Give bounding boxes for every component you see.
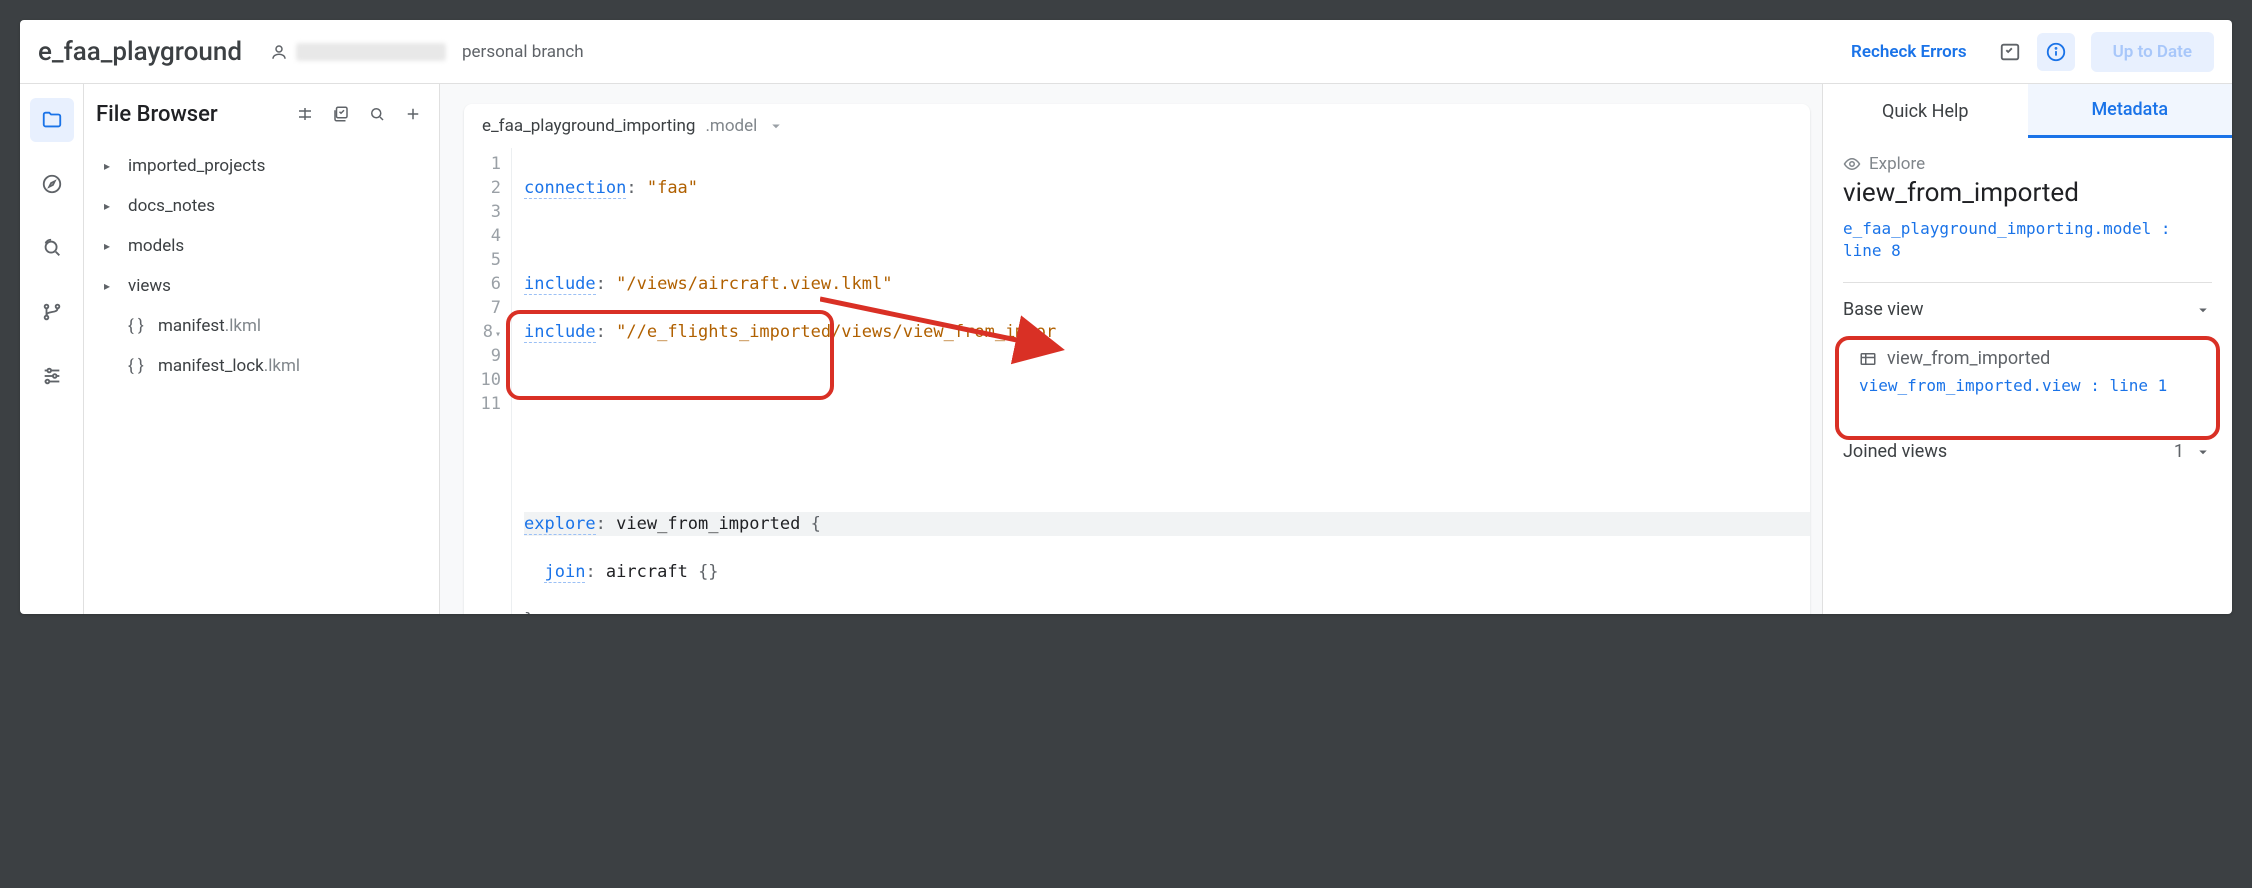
search-files-button[interactable] bbox=[363, 100, 391, 128]
collapse-icon bbox=[296, 105, 314, 123]
info-icon bbox=[2045, 41, 2067, 63]
code-body[interactable]: connection: "faa" include: "/views/aircr… bbox=[512, 148, 1810, 614]
tree-file[interactable]: { } manifest.lkml bbox=[104, 306, 427, 346]
caret-icon: ▸ bbox=[104, 279, 118, 293]
tree-label: manifest_lock bbox=[158, 356, 264, 376]
caret-icon: ▸ bbox=[104, 159, 118, 173]
sliders-icon bbox=[41, 365, 63, 387]
git-branch-icon bbox=[41, 301, 63, 323]
table-icon bbox=[1859, 350, 1877, 368]
rail-git[interactable] bbox=[30, 290, 74, 334]
chevron-down-icon bbox=[767, 117, 785, 135]
metadata-source-link[interactable]: e_faa_playground_importing.model : line … bbox=[1843, 218, 2212, 262]
file-tree: ▸ imported_projects ▸ docs_notes ▸ model… bbox=[96, 146, 427, 386]
up-to-date-button[interactable]: Up to Date bbox=[2091, 32, 2214, 72]
tree-ext: .lkml bbox=[225, 316, 261, 336]
check-stack-icon bbox=[332, 105, 350, 123]
metadata-title: view_from_imported bbox=[1843, 178, 2212, 208]
nav-rail bbox=[20, 84, 84, 614]
tree-label: imported_projects bbox=[128, 156, 265, 176]
search-refresh-icon bbox=[41, 237, 63, 259]
compass-icon bbox=[41, 173, 63, 195]
base-view-name: view_from_imported bbox=[1887, 348, 2050, 369]
rail-settings[interactable] bbox=[30, 354, 74, 398]
chevron-down-icon bbox=[2194, 301, 2212, 319]
metadata-eyebrow: Explore bbox=[1843, 154, 2212, 174]
file-browser: File Browser bbox=[84, 84, 440, 614]
caret-icon: ▸ bbox=[104, 239, 118, 253]
tree-label: docs_notes bbox=[128, 196, 215, 216]
rail-file-browser[interactable] bbox=[30, 98, 74, 142]
plus-icon bbox=[404, 105, 422, 123]
code-editor[interactable]: 1 2 3 4 5 6 7 8 9 10 11 connection: "faa… bbox=[464, 148, 1810, 614]
add-file-button[interactable] bbox=[399, 100, 427, 128]
tree-label: views bbox=[128, 276, 171, 296]
project-title: e_faa_playground bbox=[38, 37, 242, 67]
chevron-down-icon bbox=[2194, 443, 2212, 461]
base-view-link[interactable]: view_from_imported.view : line 1 bbox=[1859, 375, 2196, 397]
editor-file-name: e_faa_playground_importing bbox=[482, 116, 695, 136]
panel-tabs: Quick Help Metadata bbox=[1823, 84, 2232, 138]
right-panel: Quick Help Metadata Explore view_from_im… bbox=[1822, 84, 2232, 614]
metadata-body: Explore view_from_imported e_faa_playgro… bbox=[1823, 138, 2232, 478]
divider bbox=[1843, 282, 2212, 283]
file-browser-title: File Browser bbox=[96, 102, 291, 127]
rail-explore[interactable] bbox=[30, 162, 74, 206]
collapse-all-button[interactable] bbox=[291, 100, 319, 128]
user-chip[interactable] bbox=[270, 43, 446, 61]
bulk-select-button[interactable] bbox=[327, 100, 355, 128]
joined-count: 1 bbox=[2174, 441, 2184, 462]
line-gutter: 1 2 3 4 5 6 7 8 9 10 11 bbox=[464, 148, 512, 614]
eye-icon bbox=[1843, 155, 1861, 173]
braces-icon: { } bbox=[128, 316, 148, 336]
tab-metadata[interactable]: Metadata bbox=[2028, 84, 2233, 138]
app-window: e_faa_playground personal branch Recheck… bbox=[20, 20, 2232, 614]
section-joined-views[interactable]: Joined views 1 bbox=[1843, 441, 2212, 462]
editor-pane: e_faa_playground_importing .model 1 2 3 4… bbox=[440, 84, 1822, 614]
tree-file[interactable]: { } manifest_lock.lkml bbox=[104, 346, 427, 386]
search-icon bbox=[368, 105, 386, 123]
editor-file-ext: .model bbox=[705, 116, 757, 136]
checklist-icon bbox=[1999, 41, 2021, 63]
tree-folder[interactable]: ▸ models bbox=[104, 226, 427, 266]
branch-label: personal branch bbox=[462, 42, 584, 62]
rail-search[interactable] bbox=[30, 226, 74, 270]
tree-ext: .lkml bbox=[264, 356, 300, 376]
braces-icon: { } bbox=[128, 356, 148, 376]
tab-quick-help[interactable]: Quick Help bbox=[1823, 84, 2028, 138]
person-icon bbox=[270, 43, 288, 61]
tree-label: manifest bbox=[158, 316, 225, 336]
tree-label: models bbox=[128, 236, 184, 256]
body: File Browser bbox=[20, 84, 2232, 614]
folder-icon bbox=[41, 109, 63, 131]
editor-file-selector[interactable]: e_faa_playground_importing .model bbox=[464, 104, 1810, 148]
caret-icon: ▸ bbox=[104, 199, 118, 213]
user-name-redacted bbox=[296, 43, 446, 61]
section-base-view[interactable]: Base view bbox=[1843, 299, 2212, 320]
base-view-card: view_from_imported view_from_imported.vi… bbox=[1843, 334, 2212, 411]
editor-card: e_faa_playground_importing .model 1 2 3 4… bbox=[464, 104, 1810, 614]
info-icon-button[interactable] bbox=[2037, 33, 2075, 71]
header-bar: e_faa_playground personal branch Recheck… bbox=[20, 20, 2232, 84]
tree-folder[interactable]: ▸ views bbox=[104, 266, 427, 306]
recheck-errors-button[interactable]: Recheck Errors bbox=[1851, 42, 1967, 62]
validate-icon-button[interactable] bbox=[1991, 33, 2029, 71]
tree-folder[interactable]: ▸ docs_notes bbox=[104, 186, 427, 226]
tree-folder[interactable]: ▸ imported_projects bbox=[104, 146, 427, 186]
